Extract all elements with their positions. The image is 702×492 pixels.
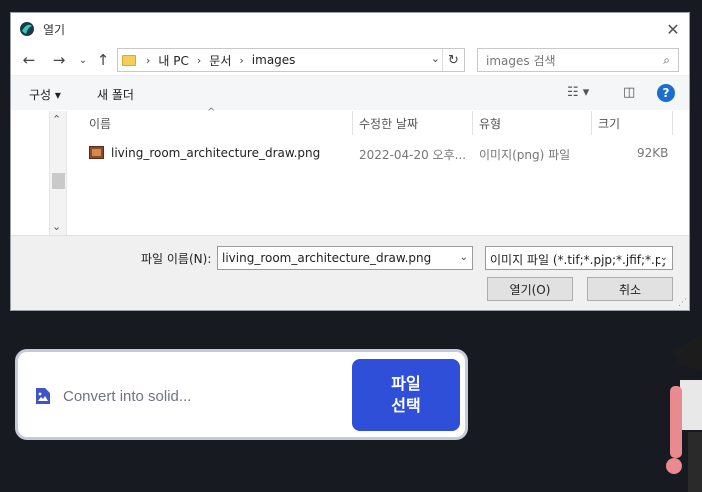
navigation-bar: ← → ⌄ ↑ › 내 PC › 문서 › images ⌄ ↻ images …	[11, 45, 689, 75]
column-header-modified[interactable]: 수정한 날짜	[359, 115, 418, 132]
folder-icon	[122, 54, 136, 66]
open-file-dialog: 열기 ✕ ← → ⌄ ↑ › 내 PC › 문서 › images ⌄ ↻ im…	[10, 12, 690, 311]
filetype-dropdown-icon[interactable]: ⌄	[659, 252, 668, 263]
search-input[interactable]: images 검색 ⌕	[477, 48, 679, 72]
image-file-icon	[89, 146, 104, 159]
upload-card: Convert into solid... 파일 선택	[15, 349, 468, 440]
file-row[interactable]: living_room_architecture_draw.png 2022-0…	[85, 143, 675, 163]
preview-pane-icon[interactable]: ◫	[623, 85, 635, 100]
navigation-pane	[11, 111, 49, 235]
breadcrumb-my-pc[interactable]: 내 PC	[158, 52, 188, 69]
organize-button[interactable]: 구성 ▾	[29, 86, 61, 103]
filename-dropdown-icon[interactable]: ⌄	[460, 252, 468, 263]
recent-locations-chevron-icon[interactable]: ⌄	[73, 50, 93, 70]
breadcrumb-documents[interactable]: 문서	[209, 52, 231, 69]
new-folder-button[interactable]: 새 폴더	[97, 86, 134, 103]
breadcrumb-separator: ›	[146, 53, 151, 67]
open-button[interactable]: 열기(O)	[487, 277, 573, 301]
column-header-size[interactable]: 크기	[598, 115, 620, 132]
filename-input[interactable]: living_room_architecture_draw.png ⌄	[217, 246, 473, 270]
file-browser: ⌃ ⌄ ^ 이름 수정한 날짜 유형 크기 living_room_archit…	[11, 107, 689, 235]
filetype-value: 이미지 파일 (*.tif;*.pjp;*.jfif;*.pj	[490, 253, 666, 267]
app-icon	[20, 22, 34, 36]
select-file-label-line1: 파일	[391, 374, 421, 393]
breadcrumb-separator: ›	[196, 53, 202, 67]
column-header-name[interactable]: 이름	[89, 115, 111, 132]
column-header-type[interactable]: 유형	[479, 115, 501, 132]
column-divider[interactable]	[672, 111, 673, 135]
title-bar: 열기 ✕	[11, 13, 689, 45]
file-modified: 2022-04-20 오후...	[359, 148, 467, 162]
image-file-icon	[36, 388, 50, 404]
file-list: ^ 이름 수정한 날짜 유형 크기 living_room_architectu…	[77, 107, 689, 235]
help-icon[interactable]: ?	[657, 84, 675, 102]
select-file-label-line2: 선택	[391, 396, 421, 415]
prompt-placeholder[interactable]: Convert into solid...	[63, 388, 191, 405]
breadcrumb-separator: ›	[239, 53, 244, 67]
file-type: 이미지(png) 파일	[479, 148, 571, 162]
filename-value: living_room_architecture_draw.png	[222, 251, 432, 265]
filetype-select[interactable]: 이미지 파일 (*.tif;*.pjp;*.jfif;*.pj ⌄	[485, 246, 673, 270]
search-placeholder: images 검색	[486, 53, 556, 68]
address-dropdown-icon[interactable]: ⌄	[431, 52, 440, 65]
view-options-icon[interactable]: ☷ ▾	[567, 85, 589, 100]
resize-grip-icon[interactable]: ⋰	[678, 298, 687, 308]
up-arrow-icon[interactable]: ↑	[93, 50, 113, 70]
scroll-down-icon[interactable]: ⌄	[52, 220, 61, 233]
address-bar[interactable]: › 내 PC › 문서 › images ⌄ ↻	[117, 48, 465, 72]
filename-label: 파일 이름(N):	[141, 252, 212, 266]
scrollbar-thumb[interactable]	[52, 173, 65, 189]
sort-ascending-icon: ^	[207, 107, 216, 118]
window-title: 열기	[43, 22, 66, 37]
command-bar: 구성 ▾ 새 폴더 ☷ ▾ ◫ ?	[11, 75, 689, 110]
column-header-row: ^ 이름 수정한 날짜 유형 크기	[77, 107, 677, 135]
select-file-button[interactable]: 파일 선택	[352, 359, 460, 431]
cancel-button[interactable]: 취소	[587, 277, 673, 301]
dialog-footer: 파일 이름(N): living_room_architecture_draw.…	[11, 235, 689, 310]
file-size: 92KB	[637, 146, 669, 160]
back-arrow-icon[interactable]: ←	[19, 50, 39, 70]
file-name: living_room_architecture_draw.png	[111, 146, 321, 160]
background-illustration	[666, 336, 702, 492]
column-divider[interactable]	[352, 111, 353, 135]
breadcrumb-images[interactable]: images	[252, 53, 296, 67]
refresh-icon[interactable]: ↻	[442, 49, 464, 71]
scroll-up-icon[interactable]: ⌃	[52, 113, 61, 126]
search-icon: ⌕	[663, 53, 670, 67]
close-icon[interactable]: ✕	[663, 19, 683, 39]
forward-arrow-icon[interactable]: →	[49, 50, 69, 70]
column-divider[interactable]	[472, 111, 473, 135]
navigation-pane-scrollbar[interactable]: ⌃ ⌄	[49, 111, 67, 235]
column-divider[interactable]	[591, 111, 592, 135]
